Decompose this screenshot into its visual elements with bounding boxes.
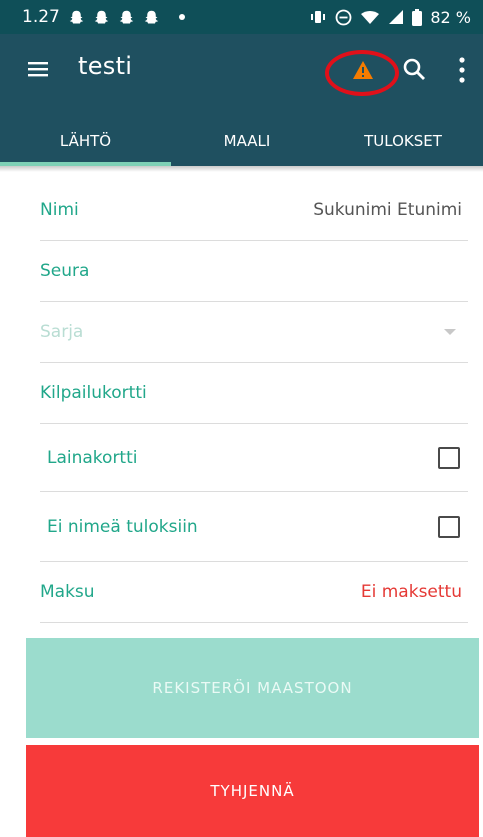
class-select[interactable]: Sarja <box>40 302 468 363</box>
chevron-down-icon[interactable] <box>444 328 456 336</box>
do-not-disturb-icon <box>335 9 352 25</box>
app-title: testi <box>78 52 133 80</box>
tab-tulokset[interactable]: TULOKSET <box>323 104 483 166</box>
tab-maali[interactable]: MAALI <box>171 104 323 166</box>
no-name-row: Ei nimeä tuloksiin <box>40 492 468 562</box>
menu-icon[interactable] <box>28 61 48 77</box>
more-vert-icon[interactable] <box>456 56 468 84</box>
payment-row: Maksu Ei maksettu <box>40 562 468 623</box>
rental-card-label: Lainakortti <box>47 447 138 468</box>
payment-label: Maksu <box>40 582 95 602</box>
snapchat-icon <box>144 10 159 23</box>
app-bar: testi <box>0 34 483 104</box>
warning-highlight-circle <box>325 50 399 96</box>
snapchat-icon <box>94 10 109 23</box>
tab-bar: LÄHTÖ MAALI TULOKSET <box>0 104 483 166</box>
register-button-label: REKISTERÖI MAASTOON <box>152 679 353 697</box>
tab-maali-label: MAALI <box>223 132 271 150</box>
tab-lahto-label: LÄHTÖ <box>59 132 112 150</box>
snapchat-icon <box>69 10 84 23</box>
clear-button[interactable]: TYHJENNÄ <box>26 745 479 837</box>
wifi-icon <box>361 11 380 24</box>
signal-icon <box>389 10 404 24</box>
status-bar: 1.27 82 % <box>0 0 483 34</box>
snapchat-icon <box>119 10 134 23</box>
register-button[interactable]: REKISTERÖI MAASTOON <box>26 638 479 738</box>
club-field[interactable]: Seura <box>40 241 468 302</box>
clear-button-label: TYHJENNÄ <box>210 782 295 800</box>
tab-lahto[interactable]: LÄHTÖ <box>0 104 171 166</box>
no-name-label: Ei nimeä tuloksiin <box>47 516 198 537</box>
battery-level: 82 % <box>430 7 471 27</box>
class-label: Sarja <box>40 322 84 342</box>
search-icon[interactable] <box>403 58 425 80</box>
payment-status: Ei maksettu <box>360 582 462 602</box>
battery-icon <box>412 8 423 26</box>
vibrate-icon <box>311 11 326 23</box>
name-label: Nimi <box>40 200 79 220</box>
no-name-checkbox[interactable] <box>438 515 460 538</box>
rental-card-row: Lainakortti <box>40 424 468 492</box>
tab-tulokset-label: TULOKSET <box>364 132 442 150</box>
tab-bar-shadow <box>0 166 483 172</box>
rental-card-checkbox[interactable] <box>438 446 460 469</box>
name-input[interactable]: Sukunimi Etunimi <box>313 200 468 220</box>
name-field[interactable]: Nimi Sukunimi Etunimi <box>40 180 468 241</box>
card-label: Kilpailukortti <box>40 383 147 403</box>
card-field[interactable]: Kilpailukortti <box>40 363 468 424</box>
status-time: 1.27 <box>22 7 60 27</box>
club-label: Seura <box>40 261 90 281</box>
notification-dot-icon <box>178 14 185 20</box>
